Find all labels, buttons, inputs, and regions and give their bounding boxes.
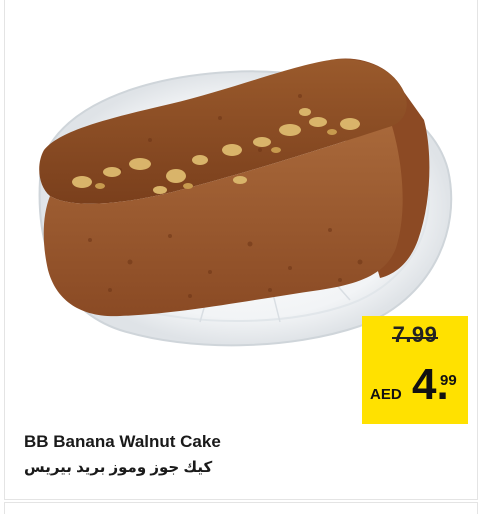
old-price-strikethrough bbox=[392, 337, 438, 339]
currency-label: AED bbox=[370, 386, 402, 403]
next-product-card[interactable] bbox=[4, 502, 478, 514]
product-title-arabic: كيك جوز وموز بريد بيريس bbox=[24, 459, 213, 476]
old-price: 7.99 bbox=[392, 322, 438, 347]
product-title-english[interactable]: BB Banana Walnut Cake bbox=[24, 432, 221, 452]
price-badge: 7.99 AED 4. 99 bbox=[362, 316, 468, 424]
new-price-decimal: 99 bbox=[440, 372, 457, 389]
